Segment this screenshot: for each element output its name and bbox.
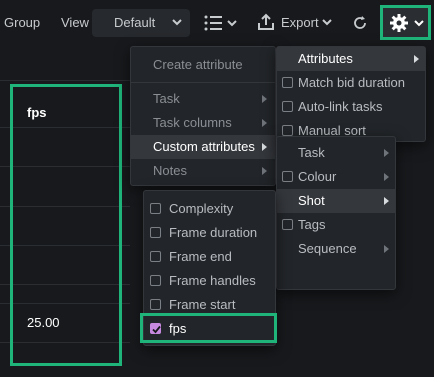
checkbox[interactable] bbox=[282, 125, 293, 136]
chevron-right-icon bbox=[384, 173, 389, 181]
chevron-down-icon bbox=[414, 20, 424, 27]
menu-item-custom-attributes[interactable]: Custom attributes bbox=[131, 135, 275, 159]
menu-item-colour[interactable]: Colour bbox=[277, 165, 395, 189]
attributes-menu: Attributes Match bid duration Auto-link … bbox=[276, 46, 426, 142]
settings-button[interactable] bbox=[380, 5, 431, 40]
view-label: View bbox=[61, 15, 89, 30]
menu-item-task-columns[interactable]: Task columns bbox=[131, 111, 275, 135]
checkbox[interactable] bbox=[150, 251, 161, 262]
toolbar: Group View Default Export bbox=[0, 0, 434, 46]
chevron-right-icon bbox=[384, 197, 389, 205]
menu-item-create-attribute[interactable]: Create attribute bbox=[131, 53, 275, 77]
menu-separator bbox=[131, 82, 275, 83]
group-button[interactable]: Group bbox=[4, 15, 40, 30]
checkbox[interactable] bbox=[150, 299, 161, 310]
menu-item-frame-duration[interactable]: Frame duration bbox=[144, 221, 275, 245]
view-select-value: Default bbox=[114, 15, 156, 30]
export-button[interactable]: Export bbox=[281, 15, 319, 30]
menu-item-complexity[interactable]: Complexity bbox=[144, 197, 275, 221]
gear-icon bbox=[390, 14, 408, 32]
menu-item-auto-link-tasks[interactable]: Auto-link tasks bbox=[277, 95, 425, 119]
checkbox[interactable] bbox=[282, 77, 293, 88]
checkbox[interactable] bbox=[282, 101, 293, 112]
custom-attributes-menu: Task Colour Shot Tags Sequence bbox=[276, 136, 396, 290]
menu-item-task[interactable]: Task bbox=[131, 87, 275, 111]
checkbox[interactable] bbox=[282, 171, 293, 182]
checkbox[interactable] bbox=[150, 203, 161, 214]
menu-item-tags[interactable]: Tags bbox=[277, 213, 395, 237]
chevron-down-icon bbox=[322, 19, 332, 26]
refresh-icon[interactable] bbox=[352, 15, 368, 31]
checkbox[interactable] bbox=[150, 275, 161, 286]
column-header-fps[interactable]: fps bbox=[27, 105, 47, 120]
menu-item-sequence[interactable]: Sequence bbox=[277, 237, 395, 261]
menu-item-frame-handles[interactable]: Frame handles bbox=[144, 269, 275, 293]
menu-item-frame-end[interactable]: Frame end bbox=[144, 245, 275, 269]
menu-item-match-bid-duration[interactable]: Match bid duration bbox=[277, 71, 425, 95]
menu-item-shot[interactable]: Shot bbox=[277, 189, 395, 213]
settings-menu: Create attribute Task Task columns Custo… bbox=[130, 46, 276, 186]
menu-item-task[interactable]: Task bbox=[277, 141, 395, 165]
row-divider bbox=[0, 80, 130, 81]
menu-item-attributes[interactable]: Attributes bbox=[277, 47, 425, 71]
chevron-right-icon bbox=[262, 143, 267, 151]
checkbox[interactable] bbox=[150, 227, 161, 238]
chevron-right-icon bbox=[262, 167, 267, 175]
chevron-right-icon bbox=[262, 95, 267, 103]
table-cell[interactable]: 25.00 bbox=[27, 315, 60, 330]
chevron-right-icon bbox=[414, 55, 419, 63]
checkbox[interactable] bbox=[282, 219, 293, 230]
fps-item-highlight bbox=[140, 313, 277, 343]
list-icon[interactable] bbox=[204, 14, 238, 32]
chevron-right-icon bbox=[384, 245, 389, 253]
export-icon[interactable] bbox=[257, 13, 275, 31]
chevron-right-icon bbox=[384, 149, 389, 157]
chevron-down-icon bbox=[172, 19, 182, 26]
menu-item-notes[interactable]: Notes bbox=[131, 159, 275, 183]
view-select[interactable]: Default bbox=[92, 9, 190, 37]
fps-column-highlight: fps 25.00 bbox=[10, 84, 122, 366]
chevron-right-icon bbox=[262, 119, 267, 127]
